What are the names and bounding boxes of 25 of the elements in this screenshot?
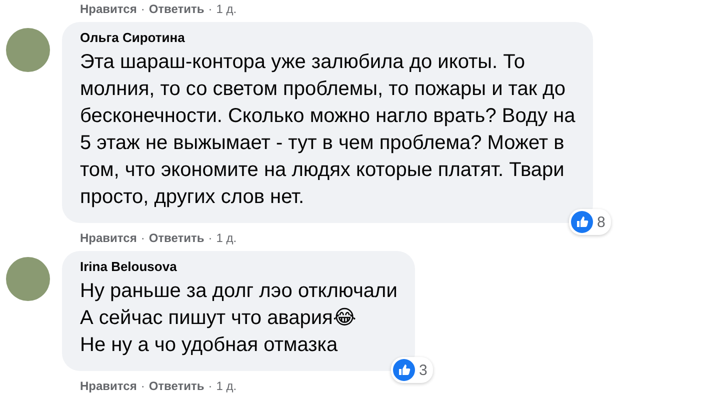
like-icon: [393, 359, 416, 381]
author-name[interactable]: Ольга Сиротина: [80, 30, 576, 45]
author-name[interactable]: Irina Belousova: [80, 259, 398, 274]
separator-dot: ·: [208, 2, 212, 16]
separator-dot: ·: [208, 379, 212, 393]
like-link[interactable]: Нравится: [80, 231, 137, 245]
comment-text: Ну раньше за долг лэо отключали А сейчас пишут что авария😂 Не ну а чо удобная отмазка: [80, 279, 398, 358]
separator-dot: ·: [140, 231, 145, 245]
reply-link[interactable]: Ответить: [148, 379, 204, 393]
like-icon: [570, 211, 593, 233]
like-link[interactable]: Нравится: [80, 379, 137, 393]
separator-dot: ·: [140, 2, 145, 16]
reaction-count[interactable]: 3: [391, 357, 434, 383]
comment-time: 1 д.: [216, 2, 237, 16]
reply-link[interactable]: Ответить: [148, 231, 204, 245]
comment-time: 1 д.: [216, 231, 237, 245]
separator-dot: ·: [140, 379, 145, 393]
avatar: [6, 257, 50, 301]
comment-text: Эта шараш-контора уже залюбила до икоты. То молния, то со светом проблемы, то пожары и так до бесконечности. Сколько можно нагло врать? Воду на 5 этаж не выжымает - тут в чем проблема? Может в том, что экономите на людях которые платят. Твари просто, других слов нет.: [80, 50, 576, 210]
comment-time: 1 д.: [216, 379, 237, 393]
reaction-count[interactable]: 8: [568, 209, 612, 235]
avatar: [6, 28, 50, 72]
like-link[interactable]: Нравится: [80, 2, 137, 16]
separator-dot: ·: [208, 231, 212, 245]
reply-link[interactable]: Ответить: [148, 2, 204, 16]
